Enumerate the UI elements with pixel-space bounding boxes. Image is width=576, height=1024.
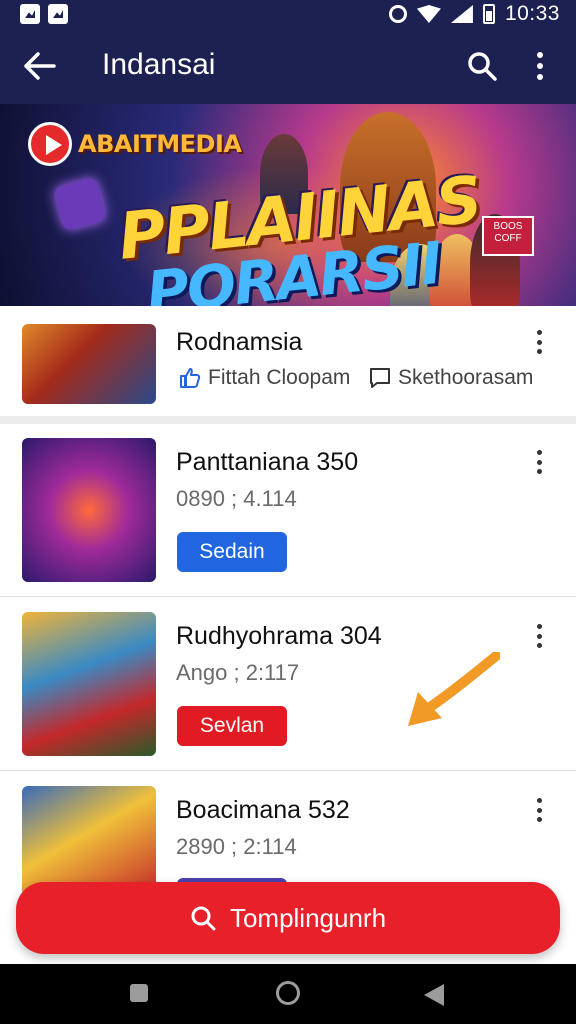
page-title: Indansai [102,48,216,81]
thumbnail-art [22,324,156,404]
status-notifications [20,4,68,24]
more-vert-icon[interactable] [528,50,552,82]
dice-graphic [53,177,107,231]
thumbnail-art [22,438,156,582]
card-meta: 2890 ; 2:114 [176,834,297,859]
card-title[interactable]: Rodnamsia [176,328,302,357]
status-indicators: 10:33 [388,2,560,26]
comment-icon [370,368,390,388]
signal-icon [450,5,473,23]
card-thumbnail[interactable] [22,786,156,896]
notification-app-icon [20,4,40,24]
promo-banner[interactable]: ABAITMEDIA PPLAIINAS PQRARSII BOOS COFF [0,104,576,306]
section-divider [0,416,576,424]
home-icon[interactable] [276,981,300,1005]
more-vert-icon[interactable] [530,328,548,356]
play-icon [28,122,72,166]
banner-badge: BOOS COFF [482,216,534,256]
card-meta: 0890 ; 4.114 [176,486,297,511]
comment-label: Skethoorasam [398,366,534,389]
more-vert-icon[interactable] [530,796,548,824]
more-vert-icon[interactable] [530,448,548,476]
card-title[interactable]: Rudhyohrama 304 [176,622,382,651]
more-vert-icon[interactable] [530,622,548,650]
status-time: 10:33 [504,2,560,25]
bottom-button-label: Tomplingunrh [229,902,387,933]
notification-image-icon [48,4,68,24]
card-action-button[interactable]: Sevlan [177,706,287,746]
card-thumbnail[interactable] [22,438,156,582]
bottom-search-button[interactable]: Tomplingunrh [16,882,560,954]
card-title[interactable]: Panttaniana 350 [176,448,358,477]
card-thumbnail[interactable] [22,612,156,756]
card-thumbnail[interactable] [22,324,156,404]
thumb-up-icon [180,368,201,388]
back-icon[interactable] [424,984,444,1006]
like-label: Fittah Cloopam [208,366,351,389]
list-divider [0,596,576,597]
comment-action[interactable]: Skethoorasam [368,366,533,390]
card-action-button[interactable]: Sedain [177,532,287,572]
system-nav-bar [0,964,576,1024]
search-icon[interactable] [466,50,498,82]
thumbnail-art [22,612,156,756]
app-bar: Indansai [0,28,576,104]
battery-icon [482,4,495,24]
list-divider [0,770,576,771]
search-icon [191,906,216,931]
hint-arrow-icon [408,652,500,726]
location-icon [388,5,407,23]
status-bar: 10:33 [0,0,576,28]
screen: 10:33 Indansai ABAITMEDIA PPLAIINAS PQRA… [0,0,576,1024]
back-arrow-icon[interactable] [22,50,58,82]
card-title[interactable]: Boacimana 532 [176,796,350,825]
recents-icon[interactable] [130,984,148,1002]
wifi-icon [416,5,441,23]
thumbnail-art [22,786,156,896]
card-meta: Ango ; 2:117 [176,660,300,685]
like-action[interactable]: Fittah Cloopam [178,366,350,390]
banner-brand: ABAITMEDIA [78,130,242,158]
